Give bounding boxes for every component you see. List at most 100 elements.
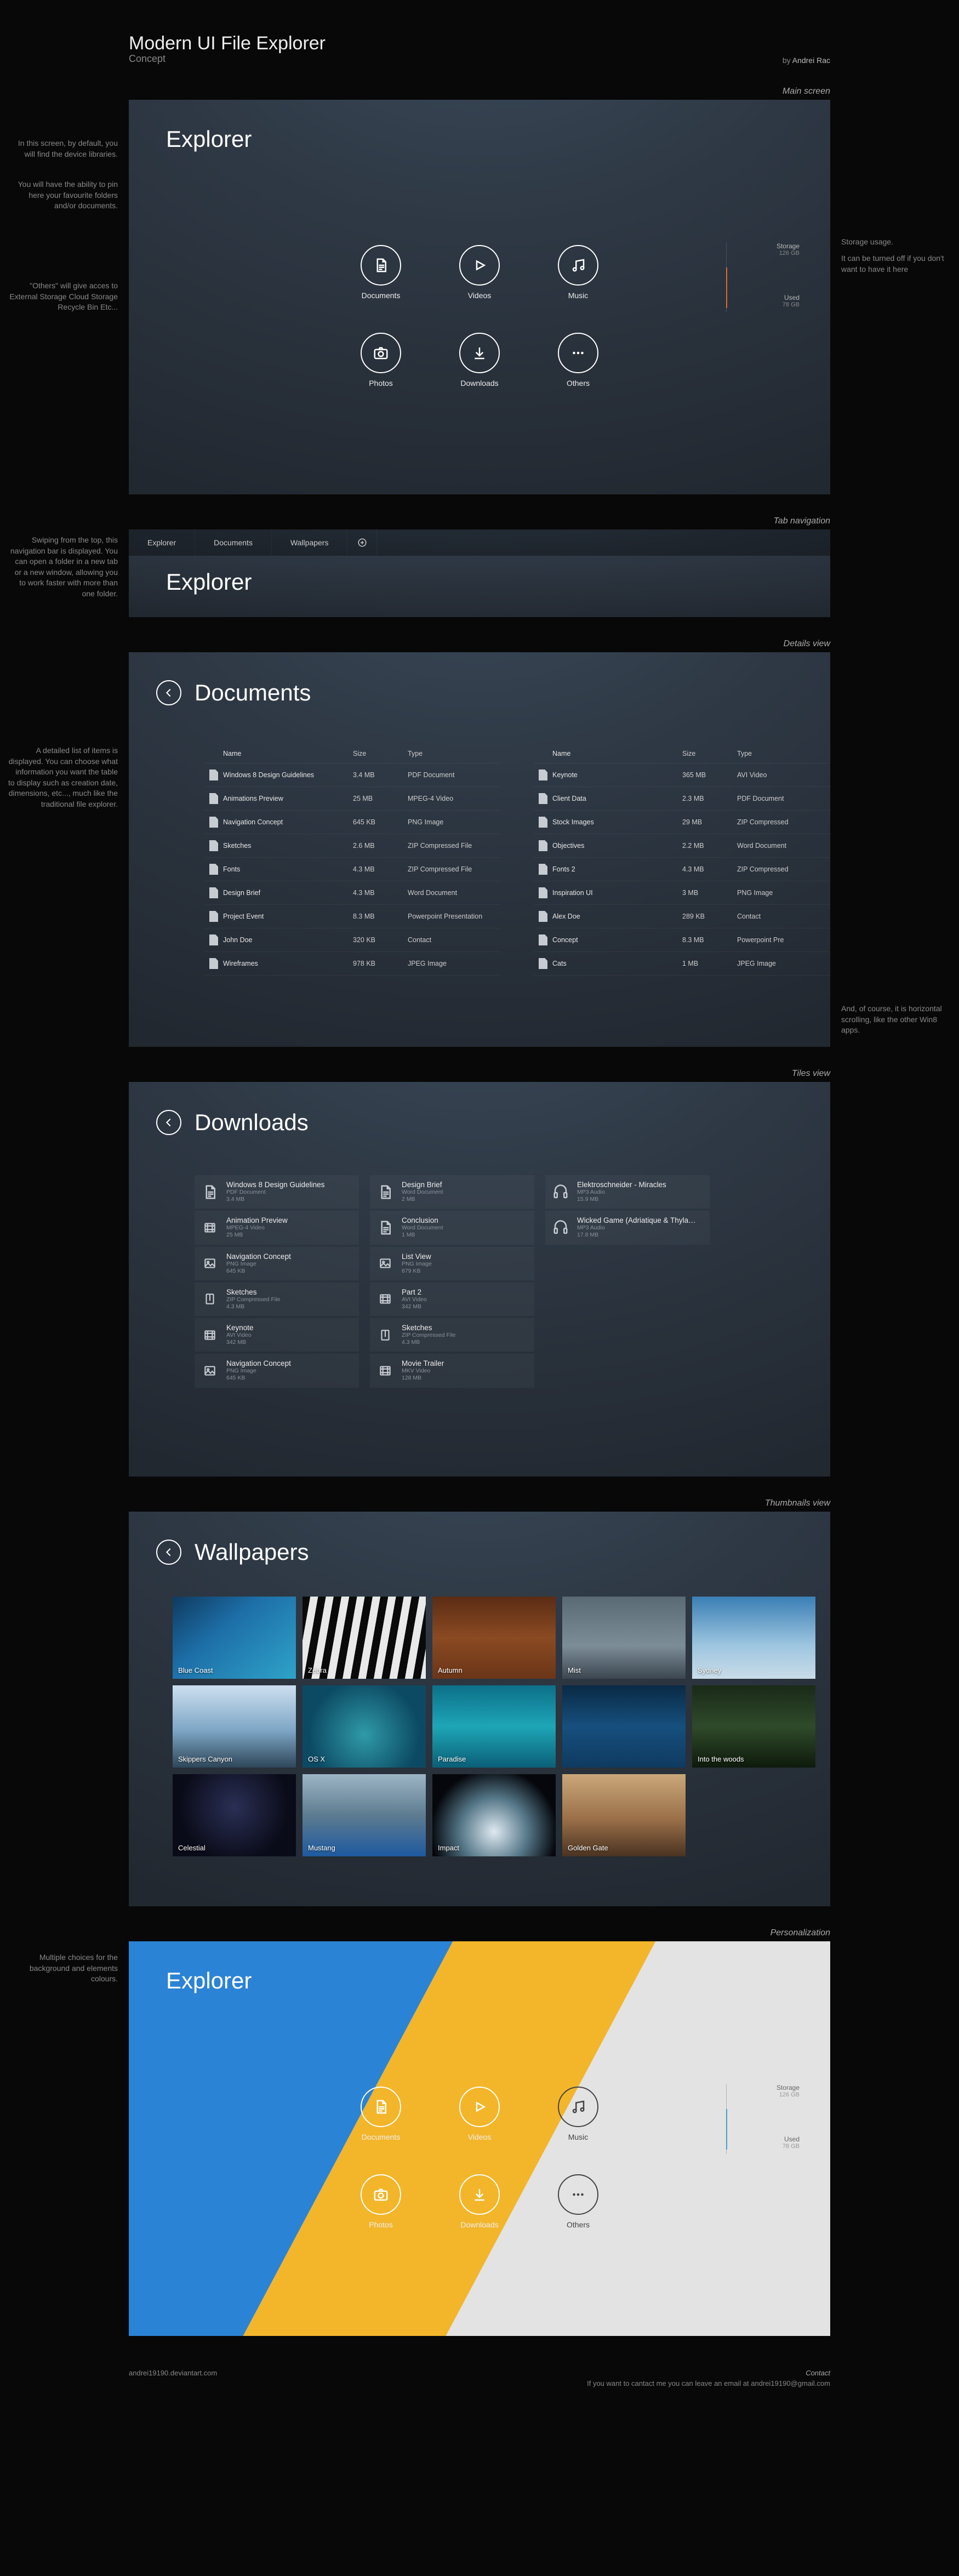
doc-icon [376, 1182, 394, 1202]
tile-item[interactable]: Elektroschneider - MiraclesMP3 Audio15.9… [545, 1175, 710, 1209]
tile-item[interactable]: Part 2AVI Video342 MB [370, 1283, 534, 1316]
tile-item[interactable]: Navigation ConceptPNG Image645 KB [195, 1354, 359, 1387]
library-documents[interactable]: Documents [340, 2087, 422, 2158]
video-icon [376, 1360, 394, 1381]
library-videos[interactable]: Videos [438, 245, 521, 316]
tile-item[interactable]: Wicked Game (Adriatique & Thyladomid)MP3… [545, 1211, 710, 1244]
thumbnail[interactable]: Mist [562, 1597, 686, 1679]
page-title: Modern UI File Explorer [129, 33, 326, 54]
col-name[interactable]: Name [223, 750, 353, 757]
file-icon [534, 864, 552, 875]
library-videos[interactable]: Videos [438, 2087, 521, 2158]
explorer-title: Explorer [166, 126, 252, 152]
table-row[interactable]: John Doe320 KBContact [204, 928, 501, 952]
tile-item[interactable]: Animation PreviewMPEG-4 Video25 MB [195, 1211, 359, 1244]
tab-explorer[interactable]: Explorer [129, 529, 195, 556]
thumbnail-caption: Autumn [438, 1666, 463, 1674]
col-size[interactable]: Size [353, 750, 408, 757]
section-label-tiles: Tiles view [129, 1069, 830, 1079]
thumbnail[interactable]: Celestial [173, 1774, 296, 1856]
table-row[interactable]: Keynote365 MBAVI Video [534, 763, 830, 787]
library-downloads[interactable]: Downloads [438, 333, 521, 404]
table-row[interactable]: Objectives2.2 MBWord Document [534, 834, 830, 858]
details-title: Documents [195, 680, 311, 706]
thumbnail[interactable]: Into the woods [692, 1685, 815, 1768]
col-size[interactable]: Size [682, 750, 737, 757]
thumbnail[interactable] [562, 1685, 686, 1768]
table-row[interactable]: Sketches2.6 MBZIP Compressed File [204, 834, 501, 858]
section-label-main: Main screen [129, 87, 830, 96]
table-row[interactable]: Stock Images29 MBZIP Compressed [534, 811, 830, 834]
file-icon [534, 770, 552, 780]
tile-item[interactable]: KeynoteAVI Video342 MB [195, 1318, 359, 1352]
library-others[interactable]: Others [537, 333, 619, 404]
thumbnail[interactable]: OS X [302, 1685, 426, 1768]
table-row[interactable]: Fonts4.3 MBZIP Compressed File [204, 858, 501, 881]
tabs-title: Explorer [166, 569, 252, 595]
tile-item[interactable]: SketchesZIP Compressed File4.3 MB [370, 1318, 534, 1352]
table-row[interactable]: Navigation Concept645 KBPNG Image [204, 811, 501, 834]
library-photos[interactable]: Photos [340, 2174, 422, 2246]
table-row[interactable]: Cats1 MBJPEG Image [534, 952, 830, 976]
anno-perso: Multiple choices for the background and … [8, 1952, 118, 1985]
tile-item[interactable]: Windows 8 Design GuidelinesPDF Document3… [195, 1175, 359, 1209]
back-button[interactable] [156, 680, 181, 705]
thumbs-screen: Wallpapers Blue CoastZebraAutumnMistSydn… [129, 1512, 830, 1906]
tile-item[interactable]: Design BriefWord Document2 MB [370, 1175, 534, 1209]
thumbnail[interactable]: Zebra [302, 1597, 426, 1679]
play-icon [459, 245, 500, 286]
tile-item[interactable]: ConclusionWord Document1 MB [370, 1211, 534, 1244]
table-row[interactable]: Fonts 24.3 MBZIP Compressed [534, 858, 830, 881]
tile-item[interactable]: Movie TrailerMKV Video128 MB [370, 1354, 534, 1387]
thumbnail[interactable]: Paradise [432, 1685, 556, 1768]
img-icon [201, 1360, 219, 1381]
tile-item[interactable]: List ViewPNG Image879 KB [370, 1247, 534, 1280]
back-button[interactable] [156, 1540, 181, 1565]
library-music[interactable]: Music [537, 2087, 619, 2158]
footer-link[interactable]: andrei19190.deviantart.com [129, 2369, 217, 2387]
thumbnail[interactable]: Mustang [302, 1774, 426, 1856]
table-row[interactable]: Project Event8.3 MBPowerpoint Presentati… [204, 905, 501, 928]
tab-wallpapers[interactable]: Wallpapers [272, 529, 348, 556]
zip-icon [201, 1289, 219, 1309]
col-type[interactable]: Type [737, 750, 830, 757]
library-documents[interactable]: Documents [340, 245, 422, 316]
library-photos[interactable]: Photos [340, 333, 422, 404]
section-label-thumbs: Thumbnails view [129, 1498, 830, 1508]
library-downloads[interactable]: Downloads [438, 2174, 521, 2246]
library-music[interactable]: Music [537, 245, 619, 316]
library-label: Documents [340, 2133, 422, 2141]
col-type[interactable]: Type [408, 750, 501, 757]
tab-documents[interactable]: Documents [195, 529, 272, 556]
table-row[interactable]: Animations Preview25 MBMPEG-4 Video [204, 787, 501, 811]
file-icon [204, 817, 223, 828]
thumbnail[interactable]: Golden Gate [562, 1774, 686, 1856]
file-icon [204, 911, 223, 922]
details-screen: Documents NameSizeTypeWindows 8 Design G… [129, 652, 830, 1047]
col-name[interactable]: Name [552, 750, 682, 757]
add-tab-button[interactable] [347, 529, 377, 556]
library-label: Videos [438, 291, 521, 300]
thumbnail[interactable]: Blue Coast [173, 1597, 296, 1679]
table-row[interactable]: Alex Doe289 KBContact [534, 905, 830, 928]
tile-item[interactable]: Navigation ConceptPNG Image645 KB [195, 1247, 359, 1280]
library-label: Downloads [438, 2220, 521, 2229]
thumbnail[interactable]: Autumn [432, 1597, 556, 1679]
table-row[interactable]: Concept8.3 MBPowerpoint Pre [534, 928, 830, 952]
anno-main-2: You will have the ability to pin here yo… [8, 179, 118, 212]
table-row[interactable]: Wireframes978 KBJPEG Image [204, 952, 501, 976]
thumbnail[interactable]: Impact [432, 1774, 556, 1856]
thumbnail-caption: Mist [568, 1666, 581, 1674]
anno-details-r: And, of course, it is horizontal scrolli… [841, 1004, 951, 1036]
table-row[interactable]: Inspiration UI3 MBPNG Image [534, 881, 830, 905]
tabs-screen: ExplorerDocumentsWallpapers Explorer [129, 529, 830, 617]
table-row[interactable]: Design Brief4.3 MBWord Document [204, 881, 501, 905]
tile-item[interactable]: SketchesZIP Compressed File4.3 MB [195, 1283, 359, 1316]
thumbnail[interactable]: Sydney [692, 1597, 815, 1679]
library-label: Others [537, 379, 619, 387]
back-button[interactable] [156, 1110, 181, 1135]
table-row[interactable]: Windows 8 Design Guidelines3.4 MBPDF Doc… [204, 763, 501, 787]
thumbnail[interactable]: Skippers Canyon [173, 1685, 296, 1768]
library-others[interactable]: Others [537, 2174, 619, 2246]
table-row[interactable]: Client Data2.3 MBPDF Document [534, 787, 830, 811]
